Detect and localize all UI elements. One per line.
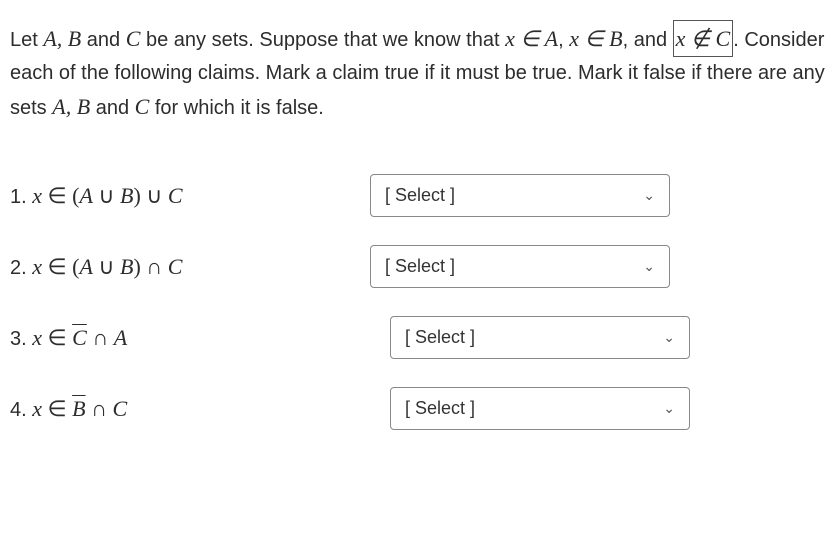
math-set-c: C <box>126 26 141 51</box>
select-box[interactable]: [ Select ] ⌄ <box>370 174 670 217</box>
chevron-down-icon: ⌄ <box>663 329 675 346</box>
question-preamble: Let A, B and C be any sets. Suppose that… <box>10 20 825 124</box>
math-sets: A, B <box>43 26 81 51</box>
questions-list: 1. x ∈ (A ∪ B) ∪ C[ Select ]⌄2. x ∈ (A ∪… <box>10 174 825 430</box>
question-row: 3. x ∈ C ∩ A [ Select ] ⌄ <box>10 316 825 359</box>
text: and <box>90 97 134 119</box>
math-set-c2: C <box>135 94 150 119</box>
question-label: 4. x ∈ B ∩ C <box>10 396 370 422</box>
chevron-down-icon: ⌄ <box>663 400 675 417</box>
select-placeholder: [ Select ] <box>385 185 455 206</box>
math-cond3: x ∉ C <box>676 26 731 51</box>
select-box[interactable]: [ Select ] ⌄ <box>370 245 670 288</box>
question-row: 2. x ∈ (A ∪ B) ∩ C [ Select ] ⌄ <box>10 245 825 288</box>
question-label: 3. x ∈ C ∩ A <box>10 325 370 351</box>
text: , <box>558 29 569 51</box>
answer-select[interactable]: [ Select ] ⌄ <box>370 174 670 217</box>
select-placeholder: [ Select ] <box>385 256 455 277</box>
select-box[interactable]: [ Select ] ⌄ <box>390 316 690 359</box>
boxed-condition: x ∉ C <box>673 20 734 57</box>
text: and <box>81 29 125 51</box>
text: Let <box>10 29 43 51</box>
question-row: 4. x ∈ B ∩ C [ Select ] ⌄ <box>10 387 825 430</box>
question-label: 2. x ∈ (A ∪ B) ∩ C <box>10 254 370 280</box>
question-row: 1. x ∈ (A ∪ B) ∪ C [ Select ] ⌄ <box>10 174 825 217</box>
chevron-down-icon: ⌄ <box>643 258 655 275</box>
math-cond2: x ∈ B <box>569 26 622 51</box>
answer-select[interactable]: [ Select ] ⌄ <box>370 245 670 288</box>
math-cond1: x ∈ A <box>505 26 558 51</box>
question-label: 1. x ∈ (A ∪ B) ∪ C <box>10 183 370 209</box>
answer-select[interactable]: [ Select ] ⌄ <box>390 387 690 430</box>
chevron-down-icon: ⌄ <box>643 187 655 204</box>
math-sets2: A, B <box>52 94 90 119</box>
select-box[interactable]: [ Select ] ⌄ <box>390 387 690 430</box>
text: be any sets. Suppose that we know that <box>140 29 505 51</box>
text: , and <box>623 29 673 51</box>
answer-select[interactable]: [ Select ] ⌄ <box>390 316 690 359</box>
text: for which it is false. <box>149 97 324 119</box>
select-placeholder: [ Select ] <box>405 398 475 419</box>
select-placeholder: [ Select ] <box>405 327 475 348</box>
